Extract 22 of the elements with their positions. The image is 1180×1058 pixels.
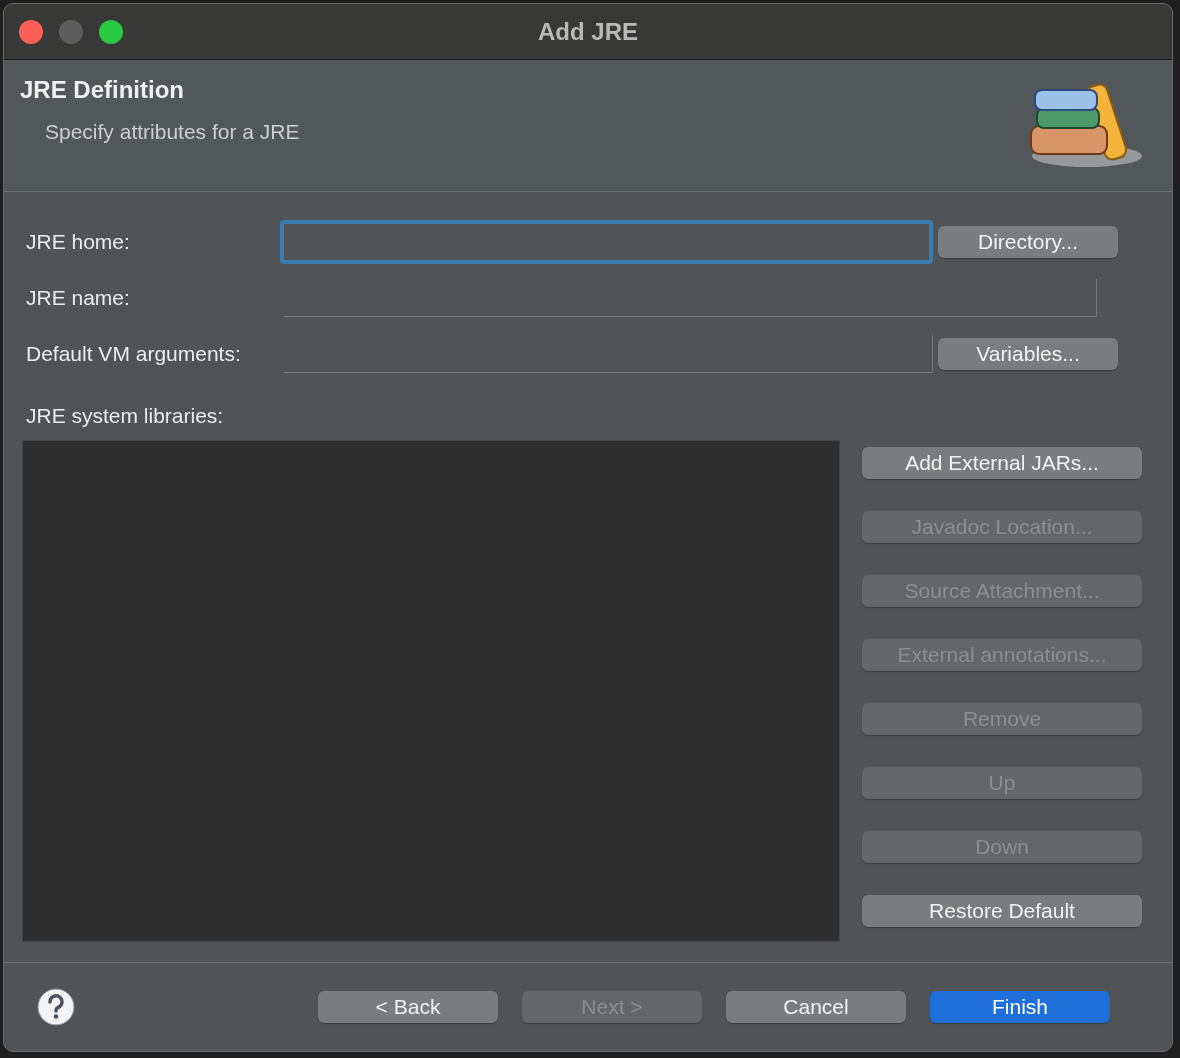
input-field[interactable]	[284, 335, 933, 373]
browse-button[interactable]: Variables...	[938, 338, 1118, 370]
libraries-label: JRE system libraries:	[25, 403, 225, 428]
field-label: JRE home:	[26, 230, 131, 254]
field-label: JRE name:	[26, 286, 131, 310]
page-subtitle: Specify attributes for a JRE	[45, 120, 300, 144]
browse-button[interactable]: Directory...	[938, 226, 1118, 258]
close-button[interactable]	[19, 19, 43, 44]
footer-button[interactable]: Finish	[930, 991, 1110, 1023]
library-button[interactable]: Add External JARs...	[862, 447, 1142, 479]
footer-button[interactable]: Cancel	[726, 991, 906, 1023]
page-title: JRE Definition	[20, 76, 185, 104]
zoom-button[interactable]	[99, 19, 123, 44]
input-field[interactable]	[280, 220, 933, 264]
library-button[interactable]: Restore Default	[862, 895, 1142, 927]
minimize-button[interactable]	[59, 19, 83, 44]
input-field[interactable]	[284, 279, 1097, 317]
window-title: Add JRE	[538, 17, 638, 45]
footer-button[interactable]: < Back	[318, 991, 498, 1023]
libraries-list[interactable]	[22, 440, 840, 942]
field-label: Default VM arguments:	[26, 342, 242, 366]
help-icon[interactable]	[37, 988, 75, 1026]
